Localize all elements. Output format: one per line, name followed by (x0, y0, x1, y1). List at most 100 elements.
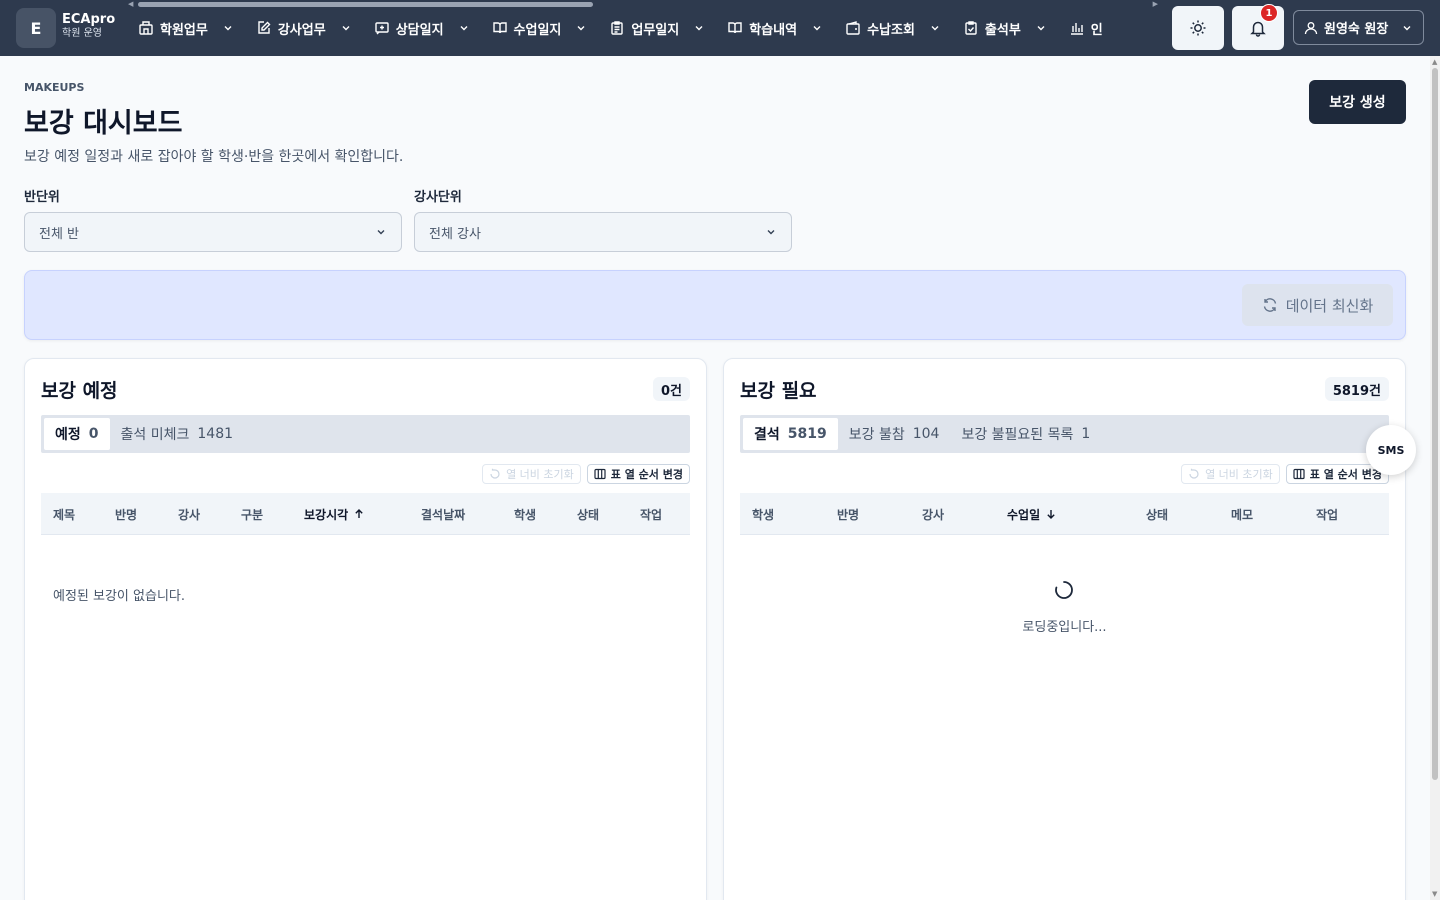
column-header[interactable]: 작업 (1316, 493, 1338, 535)
wallet-icon (846, 21, 860, 35)
nav-item-label: 학원업무 (160, 22, 208, 38)
sun-icon (1190, 20, 1206, 36)
panel-title: 보강 예정 (41, 380, 118, 402)
theme-toggle-button[interactable] (1172, 6, 1224, 50)
user-menu-button[interactable]: 원영숙 원장 (1293, 10, 1424, 45)
table-tools: 열 너비 초기화 표 열 순서 변경 (1181, 464, 1389, 484)
chevron-down-icon (1037, 26, 1045, 31)
nav-item-label: 강사업무 (277, 22, 326, 38)
page-description: 보강 예정 일정과 새로 잡아야 할 학생·반을 한곳에서 확인합니다. (24, 149, 404, 165)
chevron-down-icon (1403, 25, 1411, 30)
nav-item-stats[interactable]: 인 (1065, 8, 1107, 48)
scroll-left-arrow-icon[interactable]: ◀ (128, 0, 133, 8)
chevron-down-icon (577, 26, 585, 31)
loading-message: 로딩중입니다... (1022, 620, 1107, 635)
tab-label: 결석 (754, 427, 780, 443)
notifications-button[interactable]: 1 (1232, 4, 1284, 50)
arrow-up-icon (355, 509, 363, 518)
tab-count: 0 (88, 426, 99, 442)
refresh-banner: 데이터 최신화 (24, 270, 1406, 340)
column-header-sorted[interactable]: 수업일 (1007, 493, 1057, 535)
column-header-label: 보강시각 (304, 507, 349, 522)
column-header[interactable]: 상태 (577, 493, 599, 535)
nav-item-payments[interactable]: 수납조회 (841, 8, 945, 48)
nav-item-academy[interactable]: 학원업무 (134, 8, 238, 48)
rotate-ccw-icon (490, 468, 500, 479)
book-open-icon (728, 22, 742, 34)
nav-item-teacher[interactable]: 강사업무 (252, 8, 356, 48)
tab-absent[interactable]: 결석 5819 (743, 418, 838, 450)
reorder-columns-button[interactable]: 표 열 순서 변경 (586, 464, 690, 484)
column-header[interactable]: 강사 (178, 493, 200, 535)
loading-spinner-icon (1055, 581, 1073, 599)
bar-chart-icon (1070, 23, 1083, 35)
tab-label: 보강 불참 (848, 427, 905, 443)
notification-count-badge: 1 (1260, 4, 1278, 22)
main-nav: 학원업무 강사업무 상담일지 수업일지 업무일지 학습내역 수납조회 출석부 인 (134, 0, 1162, 56)
nav-item-label: 학습내역 (749, 22, 798, 38)
page-vertical-scrollbar[interactable]: ▲ ▼ (1430, 56, 1440, 900)
column-header[interactable]: 결석날짜 (421, 493, 465, 535)
scroll-down-arrow-icon[interactable]: ▼ (1432, 890, 1437, 898)
teacher-filter-value: 전체 강사 (429, 226, 481, 242)
tool-label: 표 열 순서 변경 (1309, 468, 1382, 481)
column-header[interactable]: 상태 (1146, 493, 1168, 535)
app-name: ECApro (62, 12, 116, 27)
reset-column-widths-button[interactable]: 열 너비 초기화 (482, 464, 581, 484)
rotate-ccw-icon (1189, 468, 1199, 479)
page-title: 보강 대시보드 (24, 108, 183, 139)
refresh-data-button[interactable]: 데이터 최신화 (1242, 284, 1393, 326)
nav-item-label: 출석부 (984, 22, 1021, 38)
tab-attendance-unchecked[interactable]: 출석 미체크 1481 (110, 418, 245, 450)
tab-scheduled[interactable]: 예정 0 (44, 418, 110, 450)
nav-item-learning[interactable]: 학습내역 (723, 8, 827, 48)
class-filter-select[interactable]: 전체 반 (24, 212, 402, 252)
column-header[interactable]: 강사 (922, 493, 944, 535)
tab-label: 출석 미체크 (120, 427, 190, 443)
nav-item-consult[interactable]: 상담일지 (370, 8, 474, 48)
column-header[interactable]: 반명 (837, 493, 859, 535)
nav-item-label: 업무일지 (631, 22, 680, 38)
user-name: 원영숙 원장 (1324, 22, 1389, 37)
column-header[interactable]: 제목 (53, 493, 75, 535)
chevron-down-icon (767, 230, 775, 235)
column-header[interactable]: 학생 (752, 493, 774, 535)
chevron-down-icon (224, 26, 232, 31)
refresh-icon (1263, 298, 1276, 312)
nav-item-class-log[interactable]: 수업일지 (488, 8, 592, 48)
nav-item-label: 상담일지 (395, 22, 444, 38)
brand: ECApro 학원 운영 (62, 12, 115, 40)
nav-item-attendance[interactable]: 출석부 (959, 8, 1051, 48)
table-tools: 열 너비 초기화 표 열 순서 변경 (482, 464, 690, 484)
create-makeup-button[interactable]: 보강 생성 (1309, 80, 1406, 124)
column-header[interactable]: 구분 (241, 493, 263, 535)
columns-icon (594, 468, 606, 480)
column-header[interactable]: 반명 (115, 493, 137, 535)
teacher-filter-select[interactable]: 전체 강사 (414, 212, 792, 252)
column-header-sorted[interactable]: 보강시각 (304, 493, 365, 535)
tab-makeup-not-needed[interactable]: 보강 불필요된 목록 1 (950, 418, 1101, 450)
page-kicker: MAKEUPS (24, 81, 85, 94)
column-header[interactable]: 학생 (514, 493, 536, 535)
app-logo[interactable]: E (16, 8, 56, 48)
scheduled-makeups-panel: 보강 예정 0건 예정 0 출석 미체크 1481 열 너비 초기화 표 열 순… (24, 358, 707, 900)
reset-column-widths-button[interactable]: 열 너비 초기화 (1181, 464, 1280, 484)
scroll-up-arrow-icon[interactable]: ▲ (1432, 58, 1437, 66)
scrollbar-thumb[interactable] (1432, 68, 1438, 780)
nav-item-label: 인 (1090, 22, 1103, 38)
columns-icon (1293, 468, 1305, 480)
tab-count: 1 (1081, 426, 1091, 442)
column-header[interactable]: 메모 (1231, 493, 1253, 535)
sms-floating-button[interactable]: SMS (1366, 425, 1416, 475)
needed-makeups-panel: 보강 필요 5819건 결석 5819 보강 불참 104 보강 불필요된 목록… (723, 358, 1406, 900)
class-filter-value: 전체 반 (39, 226, 80, 242)
panel-title: 보강 필요 (740, 380, 817, 402)
book-open-icon (492, 22, 507, 34)
column-header[interactable]: 작업 (640, 493, 662, 535)
clipboard-check-icon (965, 21, 977, 35)
chevron-down-icon (377, 230, 385, 235)
tab-count: 5819 (787, 426, 827, 442)
tab-makeup-absent[interactable]: 보강 불참 104 (838, 418, 951, 450)
nav-item-work-log[interactable]: 업무일지 (605, 8, 709, 48)
tab-label: 보강 불필요된 목록 (961, 427, 1074, 443)
